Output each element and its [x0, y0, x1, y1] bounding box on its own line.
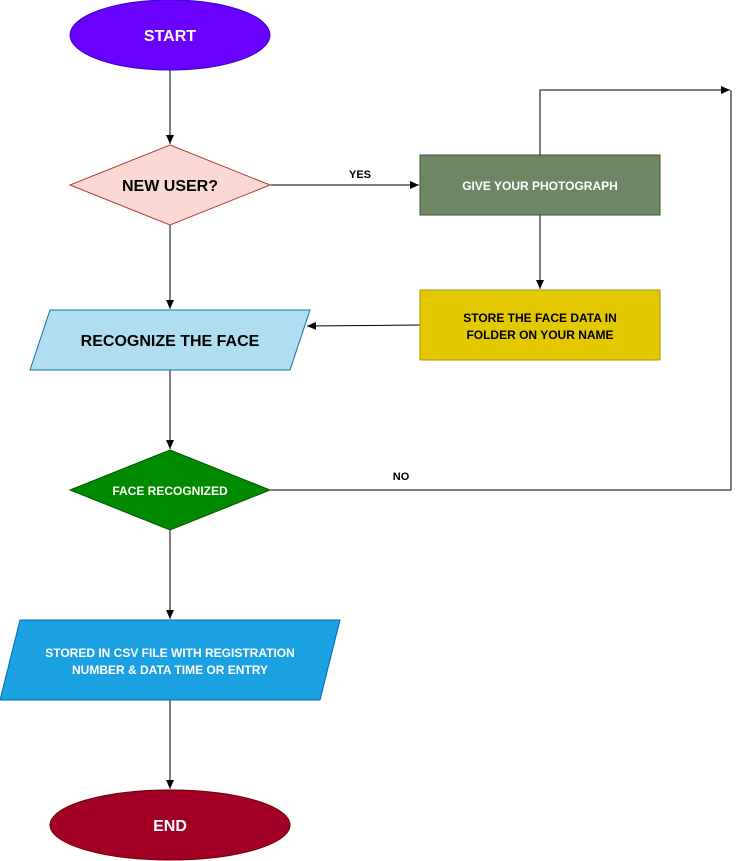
edge-give-photo-top-loop [539, 86, 730, 155]
face-recognized-decision: FACE RECOGNIZED [68, 449, 272, 531]
new-user-label: NEW USER? [122, 178, 218, 195]
new-user-decision: NEW USER? [68, 144, 272, 226]
edge-store-face-to-recognize [306, 321, 421, 330]
end-label: END [153, 818, 187, 835]
give-photograph-step: GIVE YOUR PHOTOGRAPH [419, 154, 661, 216]
yes-edge-label: YES [349, 169, 371, 181]
store-face-label-line2: FOLDER ON YOUR NAME [466, 328, 613, 342]
stored-csv-label-line1: STORED IN CSV FILE WITH REGISTRATION [45, 646, 295, 660]
no-edge-label: NO [393, 471, 410, 483]
stored-csv-step: STORED IN CSV FILE WITH REGISTRATION NUM… [0, 619, 341, 701]
end-node: END [49, 789, 291, 861]
recognize-face-step: RECOGNIZE THE FACE [29, 309, 311, 371]
give-photograph-label: GIVE YOUR PHOTOGRAPH [462, 179, 618, 193]
store-face-label-line1: STORE THE FACE DATA IN [463, 311, 617, 325]
face-recognized-label: FACE RECOGNIZED [112, 484, 228, 498]
start-node: START [69, 0, 271, 71]
start-label: START [144, 28, 196, 45]
store-face-data-step: STORE THE FACE DATA IN FOLDER ON YOUR NA… [419, 289, 661, 361]
flowchart: YES NO START NEW USER? GIVE YOUR PHOTOGR… [0, 0, 732, 861]
recognize-face-label: RECOGNIZE THE FACE [81, 333, 260, 350]
stored-csv-label-line2: NUMBER & DATA TIME OR ENTRY [72, 663, 268, 677]
